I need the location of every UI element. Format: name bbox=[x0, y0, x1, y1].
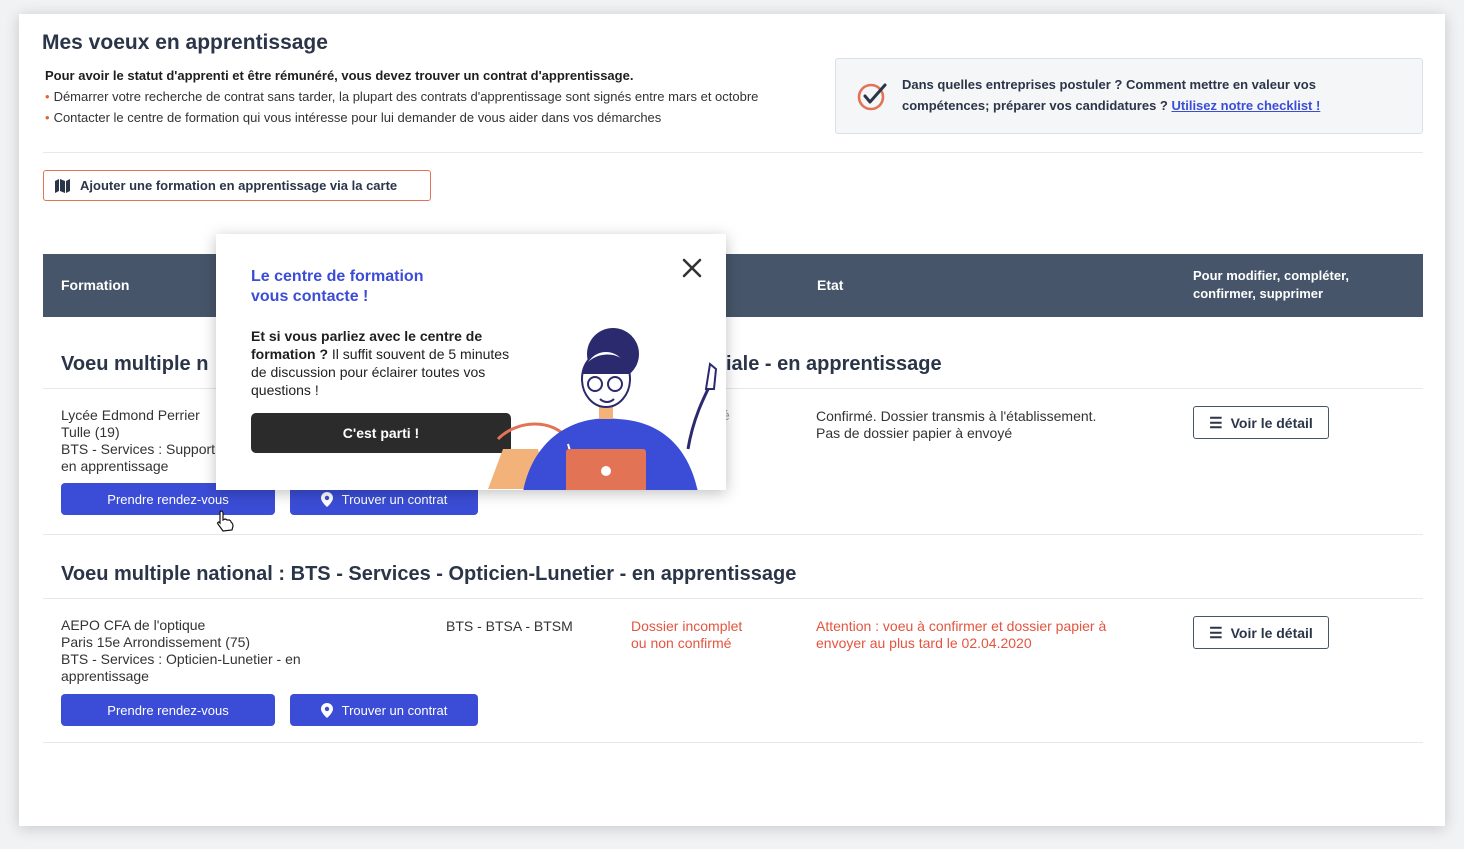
find-contract-button[interactable]: Trouver un contrat bbox=[290, 694, 478, 726]
status-line: Confirmé. Dossier transmis à l'établisse… bbox=[816, 408, 1097, 424]
popup-body: Et si vous parliez avec le centre de for… bbox=[251, 327, 513, 399]
dossier-status: Dossier incomplet ou non confirmé bbox=[631, 618, 742, 652]
location-pin-icon bbox=[320, 702, 333, 718]
voeu-title-end: iale - en apprentissage bbox=[726, 353, 942, 375]
page-card: Mes voeux en apprentissage Pour avoir le… bbox=[19, 14, 1445, 826]
checklist-card: Dans quelles entreprises postuler ? Comm… bbox=[835, 58, 1423, 134]
dossier-line: Dossier incomplet bbox=[631, 618, 743, 634]
add-formation-label: Ajouter une formation en apprentissage v… bbox=[80, 178, 398, 193]
th-formation: Formation bbox=[61, 277, 130, 293]
formation-codes: BTS - BTSA - BTSM bbox=[446, 618, 573, 634]
close-icon[interactable] bbox=[678, 254, 706, 282]
checklist-text: Dans quelles entreprises postuler ? Comm… bbox=[902, 74, 1382, 116]
appointment-label: Prendre rendez-vous bbox=[107, 702, 229, 718]
view-detail-label: Voir le détail bbox=[1230, 624, 1313, 641]
divider bbox=[43, 742, 1423, 743]
formation-name-cont: en apprentissage bbox=[61, 458, 169, 474]
bullet-text: Démarrer votre recherche de contrat sans… bbox=[53, 89, 759, 104]
find-contract-label: Trouver un contrat bbox=[341, 491, 448, 507]
establishment-name: AEPO CFA de l'optique bbox=[61, 617, 206, 633]
popup-cta-button[interactable]: C'est parti ! bbox=[251, 413, 511, 453]
bullet-item: • Contacter le centre de formation qui vo… bbox=[45, 110, 662, 125]
popup-title-line2: vous contacte ! bbox=[251, 288, 369, 305]
find-contract-label: Trouver un contrat bbox=[341, 702, 448, 718]
checklist-check-icon bbox=[857, 83, 887, 111]
appointment-label: Prendre rendez-vous bbox=[107, 491, 229, 507]
view-detail-label: Voir le détail bbox=[1230, 414, 1313, 431]
view-detail-button[interactable]: ☰ Voir le détail bbox=[1193, 616, 1329, 649]
appointment-button[interactable]: Prendre rendez-vous bbox=[61, 694, 275, 726]
th-actions-line1: Pour modifier, compléter, bbox=[1193, 268, 1350, 283]
establishment-city: Tulle (19) bbox=[61, 424, 120, 440]
menu-icon: ☰ bbox=[1209, 414, 1223, 432]
voeu-title: Voeu multiple n bbox=[61, 353, 209, 375]
view-detail-button[interactable]: ☰ Voir le détail bbox=[1193, 406, 1329, 439]
divider bbox=[43, 598, 1423, 599]
location-pin-icon bbox=[320, 491, 333, 507]
status-line: Pas de dossier papier à envoyé bbox=[816, 425, 1013, 441]
th-actions-line2: confirmer, supprimer bbox=[1193, 286, 1324, 301]
status-line: Attention : voeu à confirmer et dossier … bbox=[816, 618, 1107, 634]
bullet-text: Contacter le centre de formation qui vou… bbox=[53, 110, 662, 125]
th-actions: Pour modifier, compléter, confirmer, sup… bbox=[1193, 267, 1349, 303]
intro-text: Pour avoir le statut d'apprenti et être … bbox=[45, 68, 634, 83]
woman-laptop-illustration bbox=[488, 328, 718, 490]
establishment-name: Lycée Edmond Perrier bbox=[61, 407, 200, 423]
voeu-title: Voeu multiple national : BTS - Services … bbox=[61, 563, 797, 585]
th-etat: Etat bbox=[817, 277, 844, 293]
voeu-status-warning: Attention : voeu à confirmer et dossier … bbox=[816, 618, 1106, 652]
add-formation-map-button[interactable]: Ajouter une formation en apprentissage v… bbox=[43, 170, 431, 201]
voeu-info: AEPO CFA de l'optique Paris 15e Arrondis… bbox=[61, 617, 301, 685]
divider bbox=[43, 534, 1423, 535]
bullet-item: • Démarrer votre recherche de contrat san… bbox=[45, 89, 759, 104]
formation-name: BTS - Services : Opticien-Lunetier - en bbox=[61, 651, 301, 667]
popup-title-line1: Le centre de formation bbox=[251, 268, 424, 285]
popup-cta-label: C'est parti ! bbox=[342, 425, 420, 441]
popup-title: Le centre de formation vous contacte ! bbox=[251, 267, 471, 307]
menu-icon: ☰ bbox=[1209, 624, 1223, 642]
hand-cursor-icon bbox=[216, 510, 234, 532]
dossier-line: ou non confirmé bbox=[631, 635, 732, 651]
checklist-link[interactable]: Utilisez notre checklist ! bbox=[1172, 98, 1321, 113]
formation-name-cont: apprentissage bbox=[61, 668, 149, 684]
formation-name: BTS - Services : Support bbox=[61, 441, 216, 457]
divider bbox=[43, 152, 1423, 153]
voeu-info: Lycée Edmond Perrier Tulle (19) BTS - Se… bbox=[61, 407, 215, 475]
contact-popup: Le centre de formation vous contacte ! E… bbox=[216, 234, 726, 490]
map-icon bbox=[55, 178, 70, 193]
status-line: envoyer au plus tard le 02.04.2020 bbox=[816, 635, 1032, 651]
page-title: Mes voeux en apprentissage bbox=[42, 31, 328, 54]
establishment-city: Paris 15e Arrondissement (75) bbox=[61, 634, 251, 650]
voeu-status: Confirmé. Dossier transmis à l'établisse… bbox=[816, 408, 1096, 442]
